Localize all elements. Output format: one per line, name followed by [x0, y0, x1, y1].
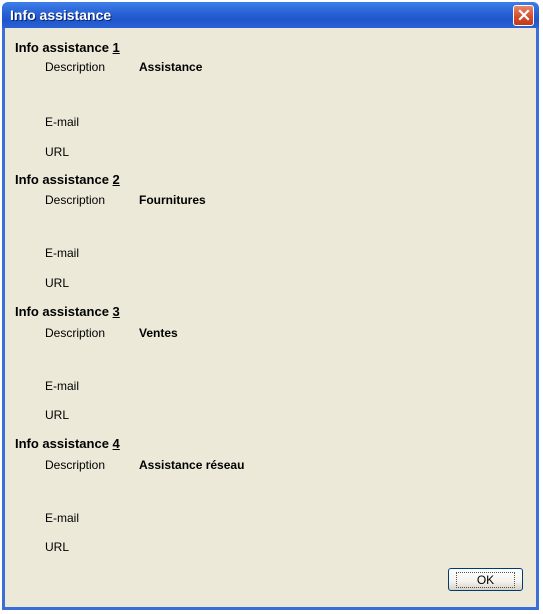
description-value: Ventes [139, 326, 178, 340]
window-title: Info assistance [10, 7, 112, 23]
group-title: Info assistance [15, 304, 113, 319]
description-label: Description [45, 458, 106, 472]
description-value: Fournitures [139, 193, 206, 207]
email-label: E-mail [45, 115, 80, 129]
group-header-2: Info assistance 2 [15, 172, 120, 187]
url-label: URL [45, 540, 70, 554]
close-button[interactable] [513, 4, 534, 26]
group-number: 4 [112, 436, 120, 451]
close-icon [517, 9, 530, 21]
url-label: URL [45, 145, 70, 159]
group-number: 1 [112, 40, 120, 55]
info-assistance-dialog: Info assistance Info assistance 1 Descri… [2, 2, 539, 610]
title-bar[interactable]: Info assistance [2, 2, 539, 28]
description-label: Description [45, 193, 106, 207]
group-header-3: Info assistance 3 [15, 304, 120, 319]
group-header-4: Info assistance 4 [15, 436, 120, 451]
description-value: Assistance réseau [139, 458, 245, 472]
email-label: E-mail [45, 246, 80, 260]
description-label: Description [45, 326, 106, 340]
description-value: Assistance [139, 60, 203, 74]
email-label: E-mail [45, 379, 80, 393]
description-label: Description [45, 60, 106, 74]
group-title: Info assistance [15, 436, 113, 451]
email-label: E-mail [45, 511, 80, 525]
url-label: URL [45, 408, 70, 422]
dialog-body: Info assistance 1 Description Assistance… [5, 28, 536, 607]
group-number: 3 [112, 304, 120, 319]
ok-button-label: OK [455, 571, 516, 588]
group-title: Info assistance [15, 172, 113, 187]
url-label: URL [45, 276, 70, 290]
group-number: 2 [112, 172, 120, 187]
group-header-1: Info assistance 1 [15, 40, 120, 55]
ok-button[interactable]: OK [448, 568, 523, 591]
group-title: Info assistance [15, 40, 113, 55]
